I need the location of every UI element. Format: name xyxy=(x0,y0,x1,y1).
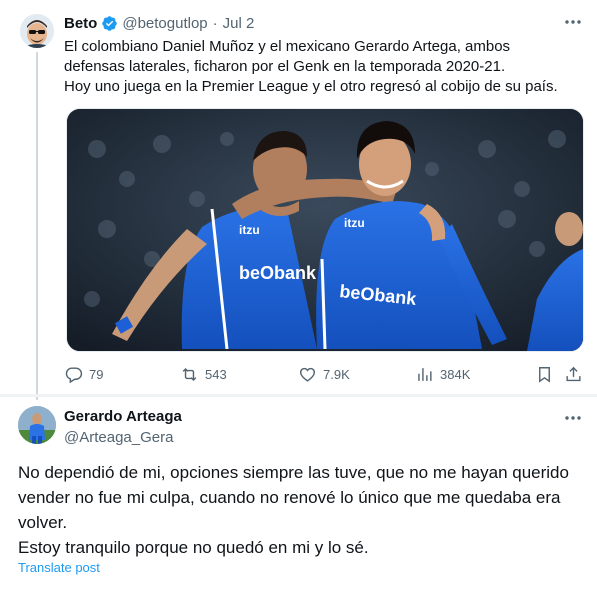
separator-dot: · xyxy=(212,14,218,32)
reply-icon xyxy=(65,366,83,383)
sponsor-left: beObank xyxy=(239,263,317,283)
repost-button[interactable]: 543 xyxy=(180,363,227,385)
reply-button[interactable]: 79 xyxy=(64,363,103,385)
text-line: volver. xyxy=(18,513,68,532)
football-celebration-photo: itzu beObank itzu beObank xyxy=(67,109,583,351)
beto-avatar[interactable] xyxy=(20,14,54,48)
kit-brand-left: itzu xyxy=(239,223,260,237)
views-chart-icon xyxy=(418,367,432,381)
views-count: 384K xyxy=(440,366,471,382)
repost-count: 543 xyxy=(205,366,227,382)
thread-line xyxy=(36,52,38,400)
kit-brand-right: itzu xyxy=(344,216,365,230)
text-line: vender no fue mi culpa, cuando no renové… xyxy=(18,488,561,507)
repost-icon xyxy=(182,367,197,381)
quoted-tweet-header: Beto @betogutlop · Jul 2 xyxy=(64,14,254,32)
share-icon xyxy=(566,366,581,381)
post-actions: 79 543 7.9K 384K xyxy=(58,363,588,385)
quoted-tweet-text: El colombiano Daniel Muñoz y el mexicano… xyxy=(64,37,584,97)
reply-tweet-text: No dependió de mi, opciones siempre las … xyxy=(18,460,588,560)
bookmark-button[interactable] xyxy=(535,363,560,385)
post-photo[interactable]: itzu beObank itzu beObank xyxy=(66,108,584,352)
views-button[interactable]: 384K xyxy=(415,363,470,385)
arteaga-avatar[interactable] xyxy=(18,406,56,444)
text-line: Estoy tranquilo porque no quedó en mi y … xyxy=(18,538,369,557)
share-button[interactable] xyxy=(564,363,589,385)
reply-more-options-icon[interactable] xyxy=(563,410,583,426)
reply-author-handle[interactable]: @Arteaga_Gera xyxy=(64,429,173,446)
post-date[interactable]: Jul 2 xyxy=(223,15,255,32)
divider xyxy=(0,394,597,397)
translate-post-link[interactable]: Translate post xyxy=(18,560,100,575)
heart-icon xyxy=(299,367,316,382)
reply-count: 79 xyxy=(89,366,104,382)
verified-badge-icon xyxy=(102,15,118,31)
like-count: 7.9K xyxy=(323,366,350,382)
author-name[interactable]: Beto xyxy=(64,15,97,32)
reply-author-name[interactable]: Gerardo Arteaga xyxy=(64,408,182,425)
bookmark-icon xyxy=(539,366,550,383)
text-line: No dependió de mi, opciones siempre las … xyxy=(18,463,569,482)
text-line: defensas laterales, ficharon por el Genk… xyxy=(64,58,506,75)
text-line: Hoy uno juega en la Premier League y el … xyxy=(64,78,558,95)
text-line: El colombiano Daniel Muñoz y el mexicano… xyxy=(64,38,511,55)
more-options-icon[interactable] xyxy=(563,14,583,30)
author-handle[interactable]: @betogutlop xyxy=(122,15,207,32)
like-button[interactable]: 7.9K xyxy=(298,363,350,385)
